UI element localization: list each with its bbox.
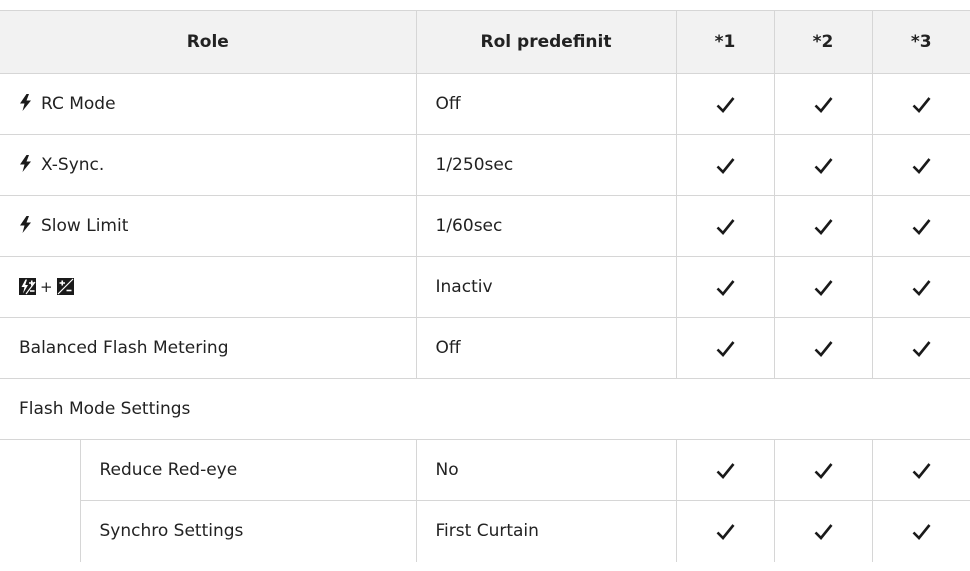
role-cell: + <box>0 256 417 318</box>
check-cell-3 <box>872 256 970 318</box>
check-cell-1 <box>676 500 775 562</box>
group-label-flash-mode-settings: Flash Mode Settings <box>0 378 970 440</box>
check-icon <box>814 96 833 113</box>
group-header-row: Flash Mode Settings <box>0 378 970 440</box>
check-cell-2 <box>774 500 873 562</box>
check-icon <box>912 523 931 540</box>
check-icon <box>912 96 931 113</box>
flash-icon <box>20 216 31 233</box>
check-cell-1 <box>676 439 775 501</box>
check-cell-3 <box>872 73 970 135</box>
table-row-synchro-settings: Synchro Settings First Curtain <box>0 500 970 562</box>
check-cell-2 <box>774 195 873 257</box>
check-icon <box>716 96 735 113</box>
role-cell: X-Sync. <box>0 134 417 196</box>
check-icon <box>814 340 833 357</box>
role-cell: Balanced Flash Metering <box>0 317 417 379</box>
header-row: Role Rol predefinit *1 *2 *3 <box>0 10 970 74</box>
check-cell-3 <box>872 500 970 562</box>
table-row-x-sync: X-Sync. 1/250sec <box>0 134 970 196</box>
check-cell-2 <box>774 256 873 318</box>
check-icon <box>814 462 833 479</box>
header-col-3: *3 <box>872 10 970 74</box>
role-cell: Slow Limit <box>0 195 417 257</box>
settings-table-container: Role Rol predefinit *1 *2 *3 RC Mode Off… <box>0 10 970 562</box>
check-cell-3 <box>872 439 970 501</box>
check-icon <box>814 218 833 235</box>
default-value-cell: No <box>416 439 677 501</box>
flash-icon <box>20 155 31 172</box>
indent-cell <box>0 439 81 562</box>
default-value-cell: 1/250sec <box>416 134 677 196</box>
flash-exposure-comp-icon <box>19 278 36 295</box>
table-row-reduce-red-eye: Reduce Red-eye No <box>0 439 970 562</box>
default-value-cell: Inactiv <box>416 256 677 318</box>
check-cell-3 <box>872 195 970 257</box>
check-cell-3 <box>872 317 970 379</box>
check-icon <box>716 340 735 357</box>
check-cell-1 <box>676 256 775 318</box>
role-cell: Synchro Settings <box>80 500 417 562</box>
check-icon <box>814 279 833 296</box>
check-cell-1 <box>676 73 775 135</box>
check-icon <box>814 157 833 174</box>
check-cell-2 <box>774 317 873 379</box>
check-cell-2 <box>774 439 873 501</box>
check-cell-2 <box>774 134 873 196</box>
default-value-cell: Off <box>416 73 677 135</box>
header-col-2: *2 <box>774 10 873 74</box>
table-row-slow-limit: Slow Limit 1/60sec <box>0 195 970 257</box>
settings-table: Role Rol predefinit *1 *2 *3 RC Mode Off… <box>0 10 970 562</box>
role-label: X-Sync. <box>41 155 105 175</box>
check-icon <box>716 523 735 540</box>
check-icon <box>716 462 735 479</box>
plus-sign: + <box>40 278 53 296</box>
check-icon <box>912 157 931 174</box>
header-default-value: Rol predefinit <box>416 10 677 74</box>
role-label: RC Mode <box>41 94 116 114</box>
check-icon <box>814 523 833 540</box>
check-icon <box>912 462 931 479</box>
header-col-1: *1 <box>676 10 775 74</box>
check-icon <box>912 279 931 296</box>
role-cell: RC Mode <box>0 73 417 135</box>
check-icon <box>716 157 735 174</box>
check-cell-3 <box>872 134 970 196</box>
exposure-comp-icon <box>56 278 74 295</box>
check-icon <box>716 218 735 235</box>
check-cell-1 <box>676 134 775 196</box>
default-value-cell: First Curtain <box>416 500 677 562</box>
flash-icon <box>20 94 31 111</box>
check-icon <box>716 279 735 296</box>
role-label: Slow Limit <box>41 216 129 236</box>
check-cell-1 <box>676 195 775 257</box>
role-cell: Reduce Red-eye <box>80 439 417 501</box>
check-cell-1 <box>676 317 775 379</box>
header-role: Role <box>0 10 417 74</box>
check-icon <box>912 218 931 235</box>
check-cell-2 <box>774 73 873 135</box>
default-value-cell: 1/60sec <box>416 195 677 257</box>
table-row-flash-exposure-comp: + Inactiv <box>0 256 970 318</box>
check-icon <box>912 340 931 357</box>
table-row-rc-mode: RC Mode Off <box>0 73 970 135</box>
default-value-cell: Off <box>416 317 677 379</box>
table-row-balanced-flash-metering: Balanced Flash Metering Off <box>0 317 970 379</box>
